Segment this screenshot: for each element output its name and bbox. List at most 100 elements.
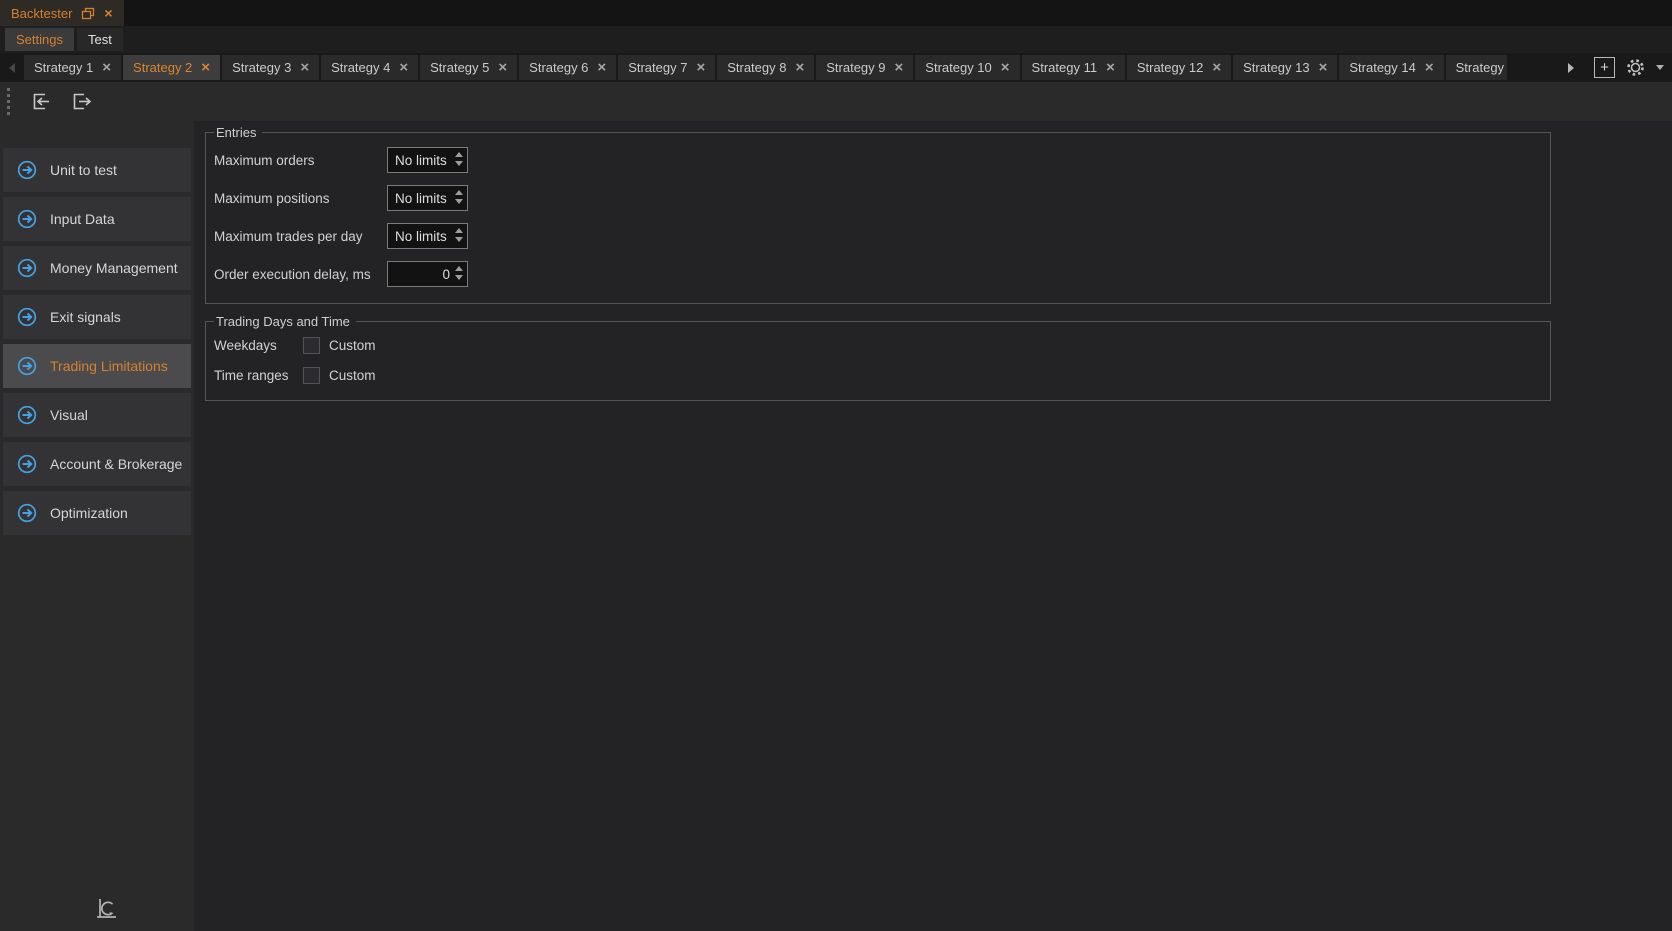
gear-icon[interactable] bbox=[1626, 58, 1645, 77]
tab-close-icon[interactable]: × bbox=[795, 60, 804, 75]
tab-settings[interactable]: Settings bbox=[5, 28, 74, 51]
trading-days-group: Trading Days and Time Weekdays Custom Ti… bbox=[205, 314, 1551, 401]
sidebar-item-label: Exit signals bbox=[50, 309, 121, 325]
check-row-label: Time ranges bbox=[214, 368, 303, 383]
export-settings-icon[interactable] bbox=[69, 89, 95, 115]
sidebar-item[interactable]: Trading Limitations bbox=[3, 344, 191, 388]
tab-close-icon[interactable]: × bbox=[102, 60, 111, 75]
form-row: Maximum positions No limits bbox=[214, 179, 1550, 217]
spinner-input[interactable]: 0 bbox=[387, 261, 468, 287]
spin-up-icon[interactable] bbox=[455, 228, 463, 233]
float-window-icon[interactable] bbox=[81, 7, 95, 20]
spinner-input[interactable]: No limits bbox=[387, 185, 468, 211]
sidebar-item[interactable]: Money Management bbox=[3, 246, 191, 290]
gear-dropdown-caret-icon[interactable] bbox=[1656, 65, 1664, 70]
tab-close-icon[interactable]: × bbox=[300, 60, 309, 75]
sidebar-item[interactable]: Exit signals bbox=[3, 295, 191, 339]
sidebar-item[interactable]: Unit to test bbox=[3, 148, 191, 192]
strategy-tab[interactable]: Strategy 7 × bbox=[618, 55, 715, 80]
strategy-tab[interactable]: Strategy 12 × bbox=[1127, 55, 1231, 80]
tab-close-icon[interactable]: × bbox=[696, 60, 705, 75]
arrow-circle-icon bbox=[17, 160, 37, 180]
spin-down-icon[interactable] bbox=[455, 199, 463, 204]
tab-close-icon[interactable]: × bbox=[1319, 60, 1328, 75]
custom-checkbox[interactable] bbox=[303, 337, 320, 354]
spinner-value: No limits bbox=[395, 229, 447, 244]
form-label: Maximum trades per day bbox=[214, 229, 387, 244]
strategy-tab[interactable]: Strategy 10 × bbox=[915, 55, 1019, 80]
strategy-tab-label: Strategy 9 bbox=[826, 60, 885, 75]
tab-close-icon[interactable]: × bbox=[1212, 60, 1221, 75]
spin-down-icon[interactable] bbox=[455, 275, 463, 280]
toolbar-drag-handle[interactable] bbox=[7, 88, 10, 115]
spin-up-icon[interactable] bbox=[455, 190, 463, 195]
window-tab-bar: Backtester × bbox=[0, 0, 1672, 26]
spin-up-icon[interactable] bbox=[455, 152, 463, 157]
strategy-tab-label: Strategy 14 bbox=[1349, 60, 1416, 75]
sidebar-item-label: Input Data bbox=[50, 211, 115, 227]
sidebar-item[interactable]: Optimization bbox=[3, 491, 191, 535]
arrow-circle-icon bbox=[17, 405, 37, 425]
window-tab-backtester[interactable]: Backtester × bbox=[0, 0, 124, 26]
form-row: Maximum trades per day No limits bbox=[214, 217, 1550, 255]
strategy-tab-label: Strategy 6 bbox=[529, 60, 588, 75]
form-row: Order execution delay, ms 0 bbox=[214, 255, 1550, 293]
strategy-tab[interactable]: Strategy 11 × bbox=[1022, 55, 1125, 80]
arrow-circle-icon bbox=[17, 503, 37, 523]
tab-close-icon[interactable]: × bbox=[597, 60, 606, 75]
strategy-tab[interactable]: Strategy 8 × bbox=[717, 55, 814, 80]
tab-test[interactable]: Test bbox=[77, 28, 123, 51]
spinner-input[interactable]: No limits bbox=[387, 223, 468, 249]
strategy-tab[interactable]: Strategy 2 × bbox=[123, 55, 220, 80]
tab-close-icon[interactable]: × bbox=[895, 60, 904, 75]
spinner-input[interactable]: No limits bbox=[387, 147, 468, 173]
strategy-bar-controls: + bbox=[1564, 57, 1664, 78]
tab-close-icon[interactable]: × bbox=[498, 60, 507, 75]
tab-settings-label: Settings bbox=[16, 32, 63, 47]
tab-scroll-left-icon[interactable] bbox=[5, 63, 19, 73]
settings-sidebar: Unit to test Input Data Money Management bbox=[0, 121, 194, 931]
strategy-tab[interactable]: Strategy 1 × bbox=[24, 55, 121, 80]
sidebar-item[interactable]: Visual bbox=[3, 393, 191, 437]
strategy-tab-label: Strategy 2 bbox=[133, 60, 192, 75]
spin-down-icon[interactable] bbox=[455, 161, 463, 166]
sidebar-item[interactable]: Input Data bbox=[3, 197, 191, 241]
spin-up-icon[interactable] bbox=[455, 266, 463, 271]
strategy-tab[interactable]: Strategy 3 × bbox=[222, 55, 319, 80]
form-row: Maximum orders No limits bbox=[214, 141, 1550, 179]
strategy-tab[interactable]: Strategy bbox=[1446, 55, 1507, 80]
sidebar-item[interactable]: Account & Brokerage bbox=[3, 442, 191, 486]
strategy-tab-label: Strategy 10 bbox=[925, 60, 992, 75]
strategy-tab[interactable]: Strategy 4 × bbox=[321, 55, 418, 80]
strategy-tab[interactable]: Strategy 14 × bbox=[1339, 55, 1443, 80]
spin-down-icon[interactable] bbox=[455, 237, 463, 242]
strategy-tab-label: Strategy 7 bbox=[628, 60, 687, 75]
spinner-arrows bbox=[455, 190, 463, 204]
form-label: Maximum positions bbox=[214, 191, 387, 206]
tab-close-icon[interactable]: × bbox=[201, 60, 210, 75]
trading-limitations-panel: Entries Maximum orders No limits Maximum… bbox=[194, 121, 1672, 931]
window-close-icon[interactable]: × bbox=[104, 6, 112, 20]
custom-checkbox[interactable] bbox=[303, 367, 320, 384]
strategy-tab-label: Strategy 1 bbox=[34, 60, 93, 75]
strategy-tab[interactable]: Strategy 9 × bbox=[816, 55, 913, 80]
tab-close-icon[interactable]: × bbox=[1001, 60, 1010, 75]
add-strategy-button[interactable]: + bbox=[1594, 57, 1615, 78]
tab-close-icon[interactable]: × bbox=[399, 60, 408, 75]
trading-days-group-legend: Trading Days and Time bbox=[214, 314, 356, 329]
spinner-arrows bbox=[455, 228, 463, 242]
spinner-value: No limits bbox=[395, 153, 447, 168]
import-settings-icon[interactable] bbox=[28, 89, 54, 115]
strategy-tab[interactable]: Strategy 5 × bbox=[420, 55, 517, 80]
tab-scroll-right-icon[interactable] bbox=[1564, 63, 1578, 73]
chart-reset-icon[interactable] bbox=[92, 895, 120, 927]
strategy-tab[interactable]: Strategy 6 × bbox=[519, 55, 616, 80]
spinner-value: No limits bbox=[395, 191, 447, 206]
tab-close-icon[interactable]: × bbox=[1106, 60, 1115, 75]
tab-close-icon[interactable]: × bbox=[1425, 60, 1434, 75]
strategy-tab[interactable]: Strategy 13 × bbox=[1233, 55, 1337, 80]
sidebar-item-list: Unit to test Input Data Money Management bbox=[0, 148, 194, 535]
sidebar-item-label: Optimization bbox=[50, 505, 128, 521]
strategy-tab-label: Strategy 4 bbox=[331, 60, 390, 75]
sidebar-item-label: Unit to test bbox=[50, 162, 117, 178]
